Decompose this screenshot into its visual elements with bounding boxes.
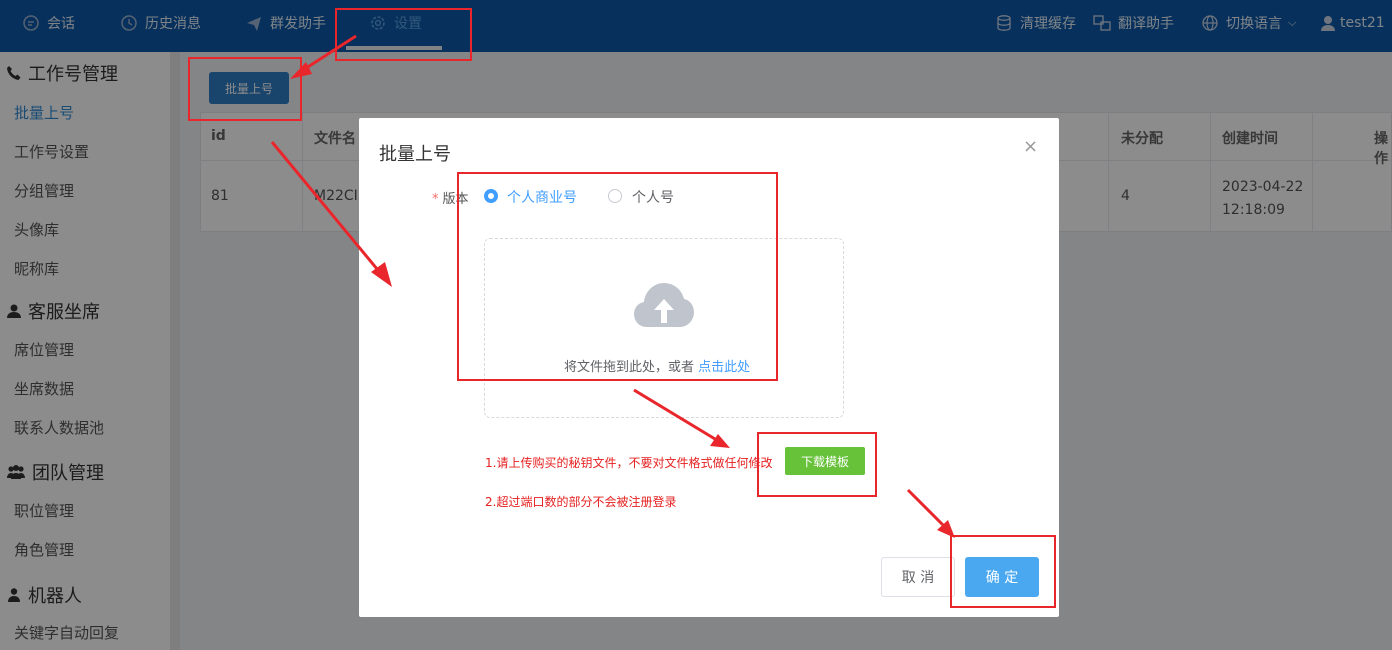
arrow-head (290, 62, 312, 79)
annotation-arrows (270, 34, 955, 538)
arrow-button-to-dialog (270, 141, 384, 276)
arrow-settings-to-button (299, 34, 357, 74)
arrow-download-to-confirm (906, 488, 948, 530)
arrow-upload-to-download (633, 388, 721, 444)
